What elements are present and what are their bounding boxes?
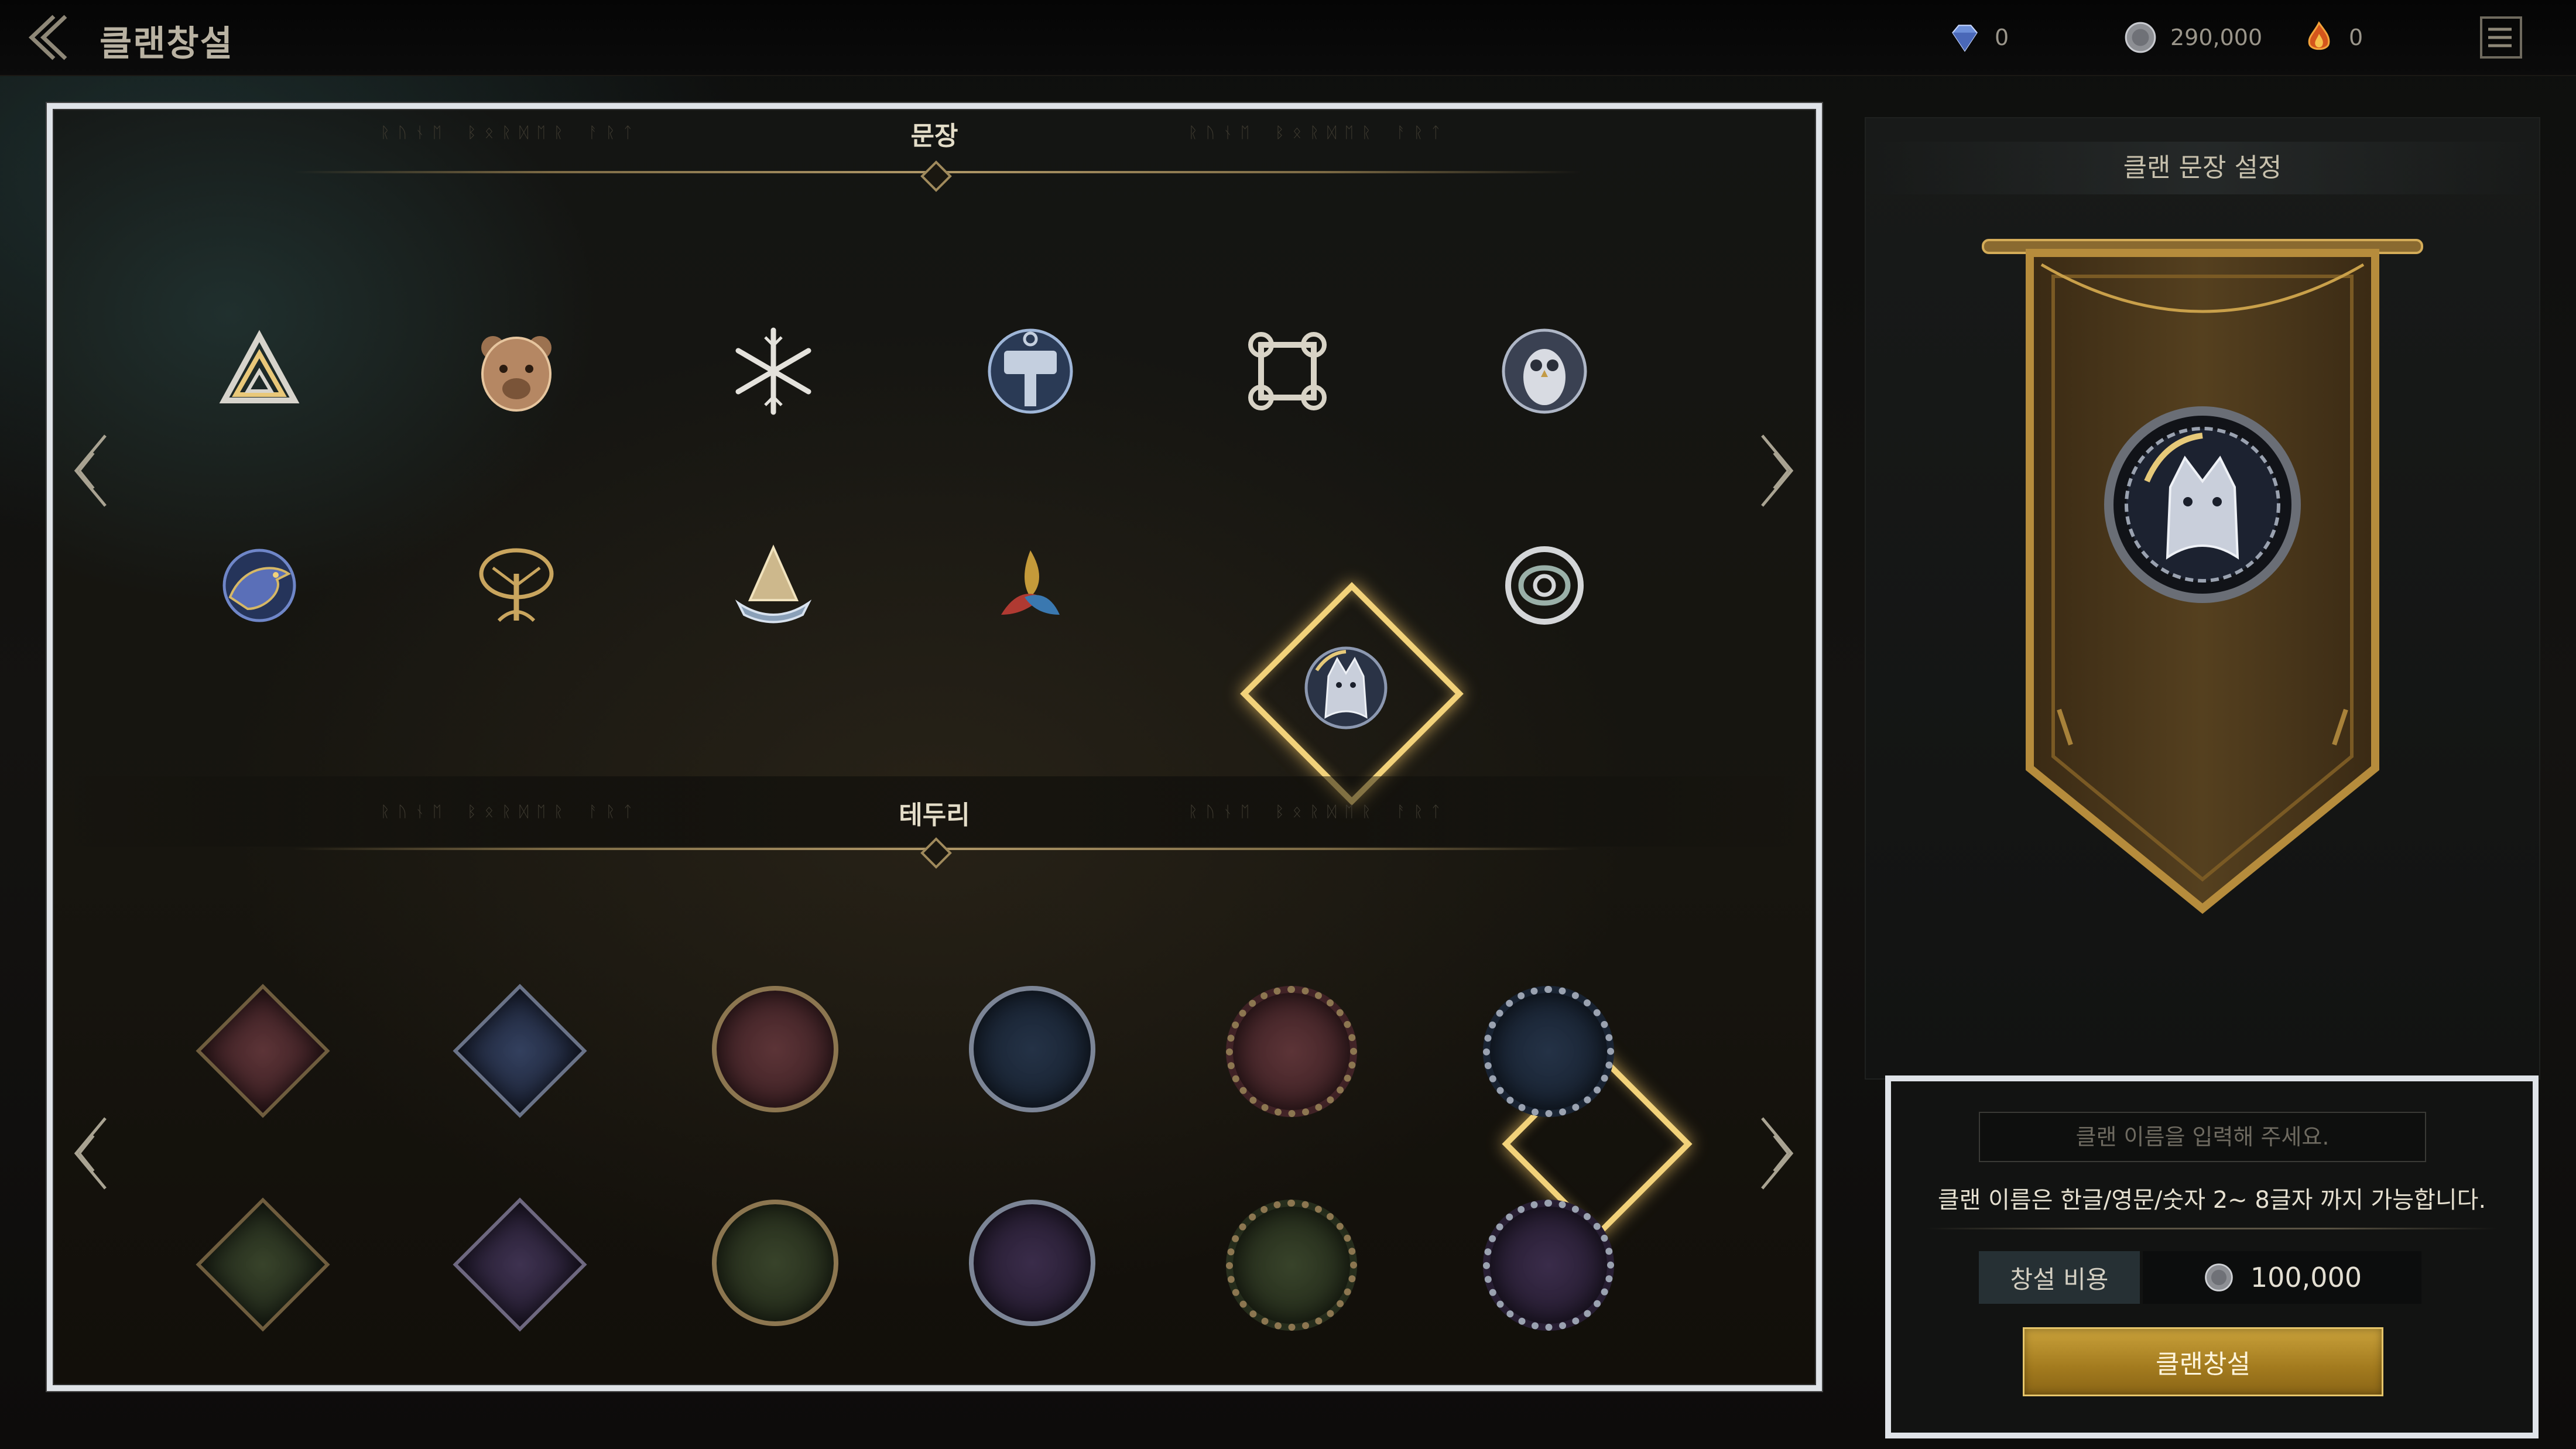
silver-coin-icon bbox=[2205, 1263, 2233, 1292]
emblem-valknut[interactable] bbox=[201, 313, 318, 430]
serpent-knot-icon bbox=[1505, 546, 1584, 625]
silver-coin-icon bbox=[2125, 22, 2156, 53]
border-circle-tile bbox=[969, 1200, 1095, 1326]
snowflake-rune-icon bbox=[735, 327, 811, 415]
celtic-knot-icon bbox=[1248, 332, 1327, 410]
emblem-yggdrasil[interactable] bbox=[458, 527, 575, 644]
border-section-title: 테두리 bbox=[899, 800, 970, 830]
emblem-owl[interactable] bbox=[1486, 313, 1603, 430]
preview-panel: 클랜 문장 설정 bbox=[1865, 117, 2540, 1080]
emblem-triskelion[interactable] bbox=[972, 527, 1089, 644]
border-option[interactable] bbox=[957, 1188, 1104, 1334]
currency-silver-value: 290,000 bbox=[2170, 25, 2263, 50]
border-circle-tile bbox=[1226, 1200, 1357, 1331]
border-next-arrow[interactable] bbox=[1751, 1112, 1803, 1194]
border-option[interactable] bbox=[1214, 974, 1361, 1121]
currency-fire-value: 0 bbox=[2349, 25, 2363, 50]
border-option[interactable] bbox=[186, 1188, 333, 1334]
border-diamond-tile bbox=[196, 984, 330, 1118]
create-clan-button[interactable]: 클랜창설 bbox=[2023, 1327, 2383, 1396]
border-circle-tile bbox=[1226, 986, 1357, 1117]
creation-cost-amount: 100,000 bbox=[2250, 1262, 2362, 1293]
chevron-left-icon bbox=[74, 434, 107, 507]
emblem-serpent-knot[interactable] bbox=[1486, 527, 1603, 644]
creation-cost-label: 창설 비용 bbox=[1979, 1251, 2140, 1304]
longship-icon bbox=[735, 544, 812, 624]
chevron-right-icon bbox=[1761, 434, 1794, 507]
currency-diamond-value: 0 bbox=[1995, 25, 2009, 50]
border-diamond-tile bbox=[453, 1197, 587, 1332]
top-bar: 클랜창설 0 290,000 0 bbox=[0, 0, 2576, 76]
fire-gem-icon bbox=[2308, 21, 2330, 50]
border-option[interactable] bbox=[700, 1188, 847, 1334]
selection-panel: ᚱᚢᚾᛖ ᛒᛟᚱᛞᛖᚱ ᚨᚱᛏ ᚱᚢᚾᛖ ᛒᛟᚱᛞᛖᚱ ᚨᚱᛏ 문장 ᚱᚢᚾᛖ … bbox=[47, 103, 1822, 1391]
valknut-icon bbox=[219, 330, 300, 403]
border-circle-tile bbox=[1483, 986, 1614, 1117]
clan-banner-preview bbox=[1982, 239, 2423, 914]
double-chevron-left-icon bbox=[28, 15, 67, 60]
menu-button[interactable] bbox=[2476, 13, 2526, 62]
owl-icon bbox=[1502, 328, 1587, 414]
border-prev-arrow[interactable] bbox=[64, 1112, 117, 1194]
border-option[interactable] bbox=[186, 974, 333, 1121]
emblem-section-title: 문장 bbox=[910, 121, 958, 151]
border-circle-tile bbox=[969, 986, 1095, 1112]
border-option[interactable] bbox=[1214, 1188, 1361, 1334]
border-option[interactable] bbox=[1471, 1188, 1618, 1334]
creation-cost-value: 100,000 bbox=[2143, 1251, 2421, 1304]
currency-silver: 290,000 bbox=[2122, 20, 2262, 55]
bear-head-icon bbox=[481, 336, 551, 412]
tree-icon bbox=[479, 548, 554, 622]
emblem-wolf[interactable] bbox=[1287, 629, 1405, 746]
clan-name-rule: 클랜 이름은 한글/영문/숫자 2~ 8글자 까지 가능합니다. bbox=[1937, 1187, 2486, 1214]
border-option[interactable] bbox=[957, 974, 1104, 1121]
border-option[interactable] bbox=[443, 1188, 590, 1334]
currency-diamond: 0 bbox=[1947, 20, 2009, 55]
clan-create-form: 클랜 이름은 한글/영문/숫자 2~ 8글자 까지 가능합니다. 창설 비용 1… bbox=[1885, 1075, 2539, 1438]
border-option[interactable] bbox=[700, 974, 847, 1121]
wolf-icon bbox=[1304, 646, 1388, 729]
emblem-next-arrow[interactable] bbox=[1751, 430, 1803, 512]
clan-name-input[interactable] bbox=[1979, 1112, 2426, 1162]
triple-horn-icon bbox=[1001, 550, 1060, 615]
border-diamond-tile bbox=[453, 984, 587, 1118]
emblem-prev-arrow[interactable] bbox=[64, 430, 117, 512]
border-diamond-tile bbox=[196, 1197, 330, 1332]
emblem-raven[interactable] bbox=[201, 527, 318, 644]
page-title: 클랜창설 bbox=[100, 23, 234, 64]
emblem-bear[interactable] bbox=[458, 313, 575, 430]
mjolnir-icon bbox=[988, 328, 1073, 414]
diamond-gem-icon bbox=[1952, 25, 1978, 52]
border-option[interactable] bbox=[443, 974, 590, 1121]
back-button[interactable] bbox=[23, 13, 70, 62]
menu-exit-icon bbox=[2480, 16, 2522, 59]
preview-title: 클랜 문장 설정 bbox=[1866, 142, 2539, 194]
chevron-right-icon bbox=[1761, 1117, 1794, 1190]
currency-fire: 0 bbox=[2301, 20, 2363, 55]
section-divider-ornament bbox=[920, 160, 952, 192]
emblem-knot-square[interactable] bbox=[1229, 313, 1346, 430]
chevron-left-icon bbox=[74, 1117, 107, 1190]
emblem-mjolnir[interactable] bbox=[972, 313, 1089, 430]
border-option-selected[interactable] bbox=[1471, 974, 1618, 1121]
border-circle-tile bbox=[712, 1200, 838, 1326]
border-circle-tile bbox=[1483, 1200, 1614, 1331]
emblem-snowflake[interactable] bbox=[715, 313, 832, 430]
form-divider bbox=[1926, 1228, 2498, 1229]
border-circle-tile bbox=[712, 986, 838, 1112]
raven-icon bbox=[222, 549, 296, 622]
emblem-longship[interactable] bbox=[715, 527, 832, 644]
